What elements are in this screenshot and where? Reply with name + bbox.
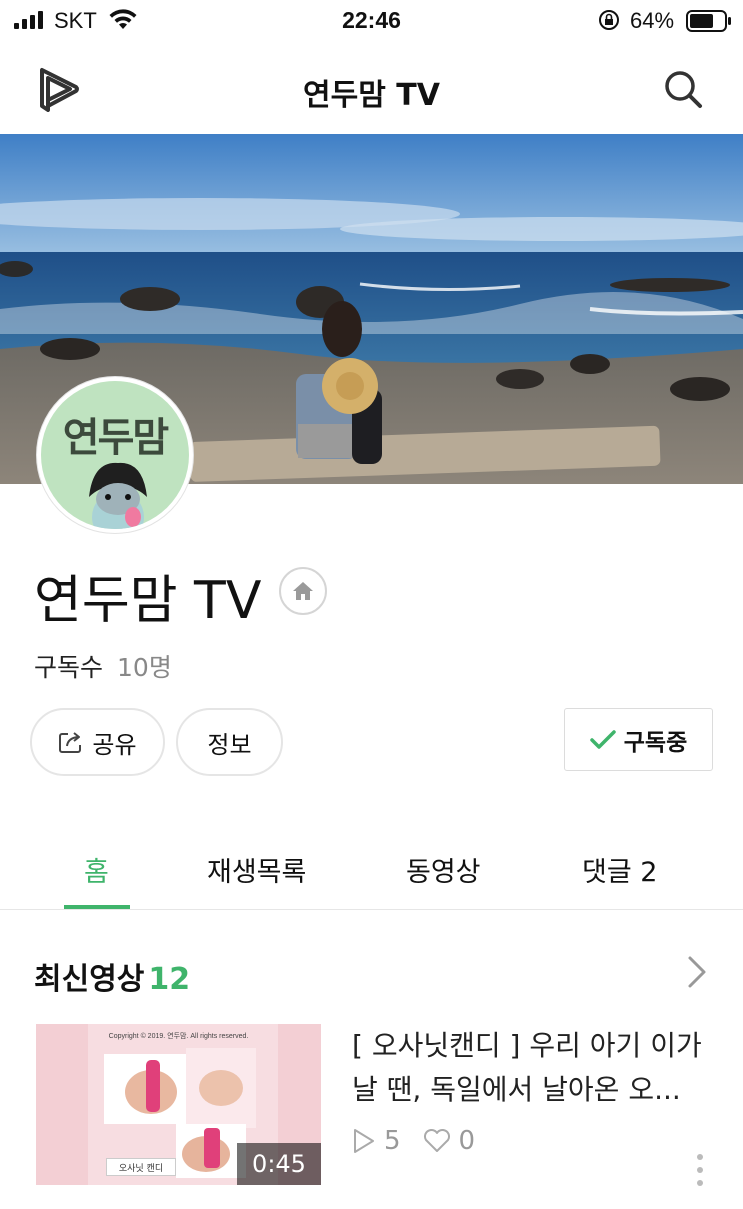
chevron-right-icon[interactable]: [682, 954, 710, 990]
subscriber-label: 구독수: [34, 653, 104, 682]
subscribe-button[interactable]: 구독중: [564, 708, 713, 771]
home-icon: [293, 582, 313, 600]
share-button[interactable]: 공유: [30, 708, 165, 776]
like-count: 0: [458, 1126, 476, 1156]
avatar-image: 연두맘: [41, 381, 189, 529]
avatar-text: 연두맘: [62, 415, 169, 461]
active-tab-indicator: [64, 905, 130, 909]
tab-home[interactable]: 홈: [84, 850, 109, 889]
share-label: 공유: [92, 730, 137, 759]
info-button[interactable]: 정보: [176, 708, 283, 776]
battery-percentage: 64%: [630, 8, 675, 33]
rotation-lock-icon: [599, 10, 619, 30]
info-label: 정보: [207, 730, 252, 759]
status-bar: SKT 22:46 64%: [0, 0, 743, 44]
view-count: 5: [384, 1126, 401, 1156]
channel-name: 연두맘 TV: [34, 571, 262, 631]
subscriber-number: 10명: [117, 653, 172, 682]
nav-title: 연두맘 TV: [303, 78, 440, 113]
avatar-character-illustration: [89, 462, 147, 529]
video-thumbnail[interactable]: Copyright © 2019. 연두맘. All rights reserv…: [36, 1024, 321, 1185]
latest-videos-count: 12: [148, 962, 191, 997]
video-stats: 5 0: [352, 1126, 475, 1156]
channel-avatar[interactable]: 연두맘: [36, 376, 194, 534]
play-count-icon: [354, 1129, 374, 1153]
video-duration: 0:45: [237, 1143, 321, 1185]
subscribed-label: 구독중: [623, 729, 688, 756]
latest-videos-header[interactable]: 최신영상 12: [34, 954, 190, 998]
thumbnail-tag: 오사닛 캔디: [106, 1158, 176, 1176]
channel-tabs: 홈 재생목록 동영상 댓글 2: [0, 830, 743, 910]
search-icon[interactable]: [662, 68, 704, 110]
share-icon: [59, 732, 82, 753]
tab-comments[interactable]: 댓글 2: [582, 850, 657, 889]
video-title[interactable]: [ 오사닛캔디 ] 우리 아기 이가 날 땐, 독일에서 날아온 오...: [352, 1024, 722, 1112]
heart-icon: [423, 1129, 450, 1152]
more-options-icon[interactable]: [694, 1153, 706, 1187]
battery-icon: [686, 10, 731, 32]
tab-videos[interactable]: 동영상: [406, 850, 481, 889]
tab-playlists[interactable]: 재생목록: [207, 850, 306, 889]
thumbnail-copyright: Copyright © 2019. 연두맘. All rights reserv…: [108, 1033, 249, 1040]
channel-home-button[interactable]: [279, 567, 327, 615]
top-nav-bar: 연두맘 TV: [0, 44, 743, 134]
check-icon: [590, 729, 616, 749]
latest-videos-title: 최신영상: [34, 962, 145, 997]
subscriber-count: 구독수 10명: [34, 648, 172, 684]
